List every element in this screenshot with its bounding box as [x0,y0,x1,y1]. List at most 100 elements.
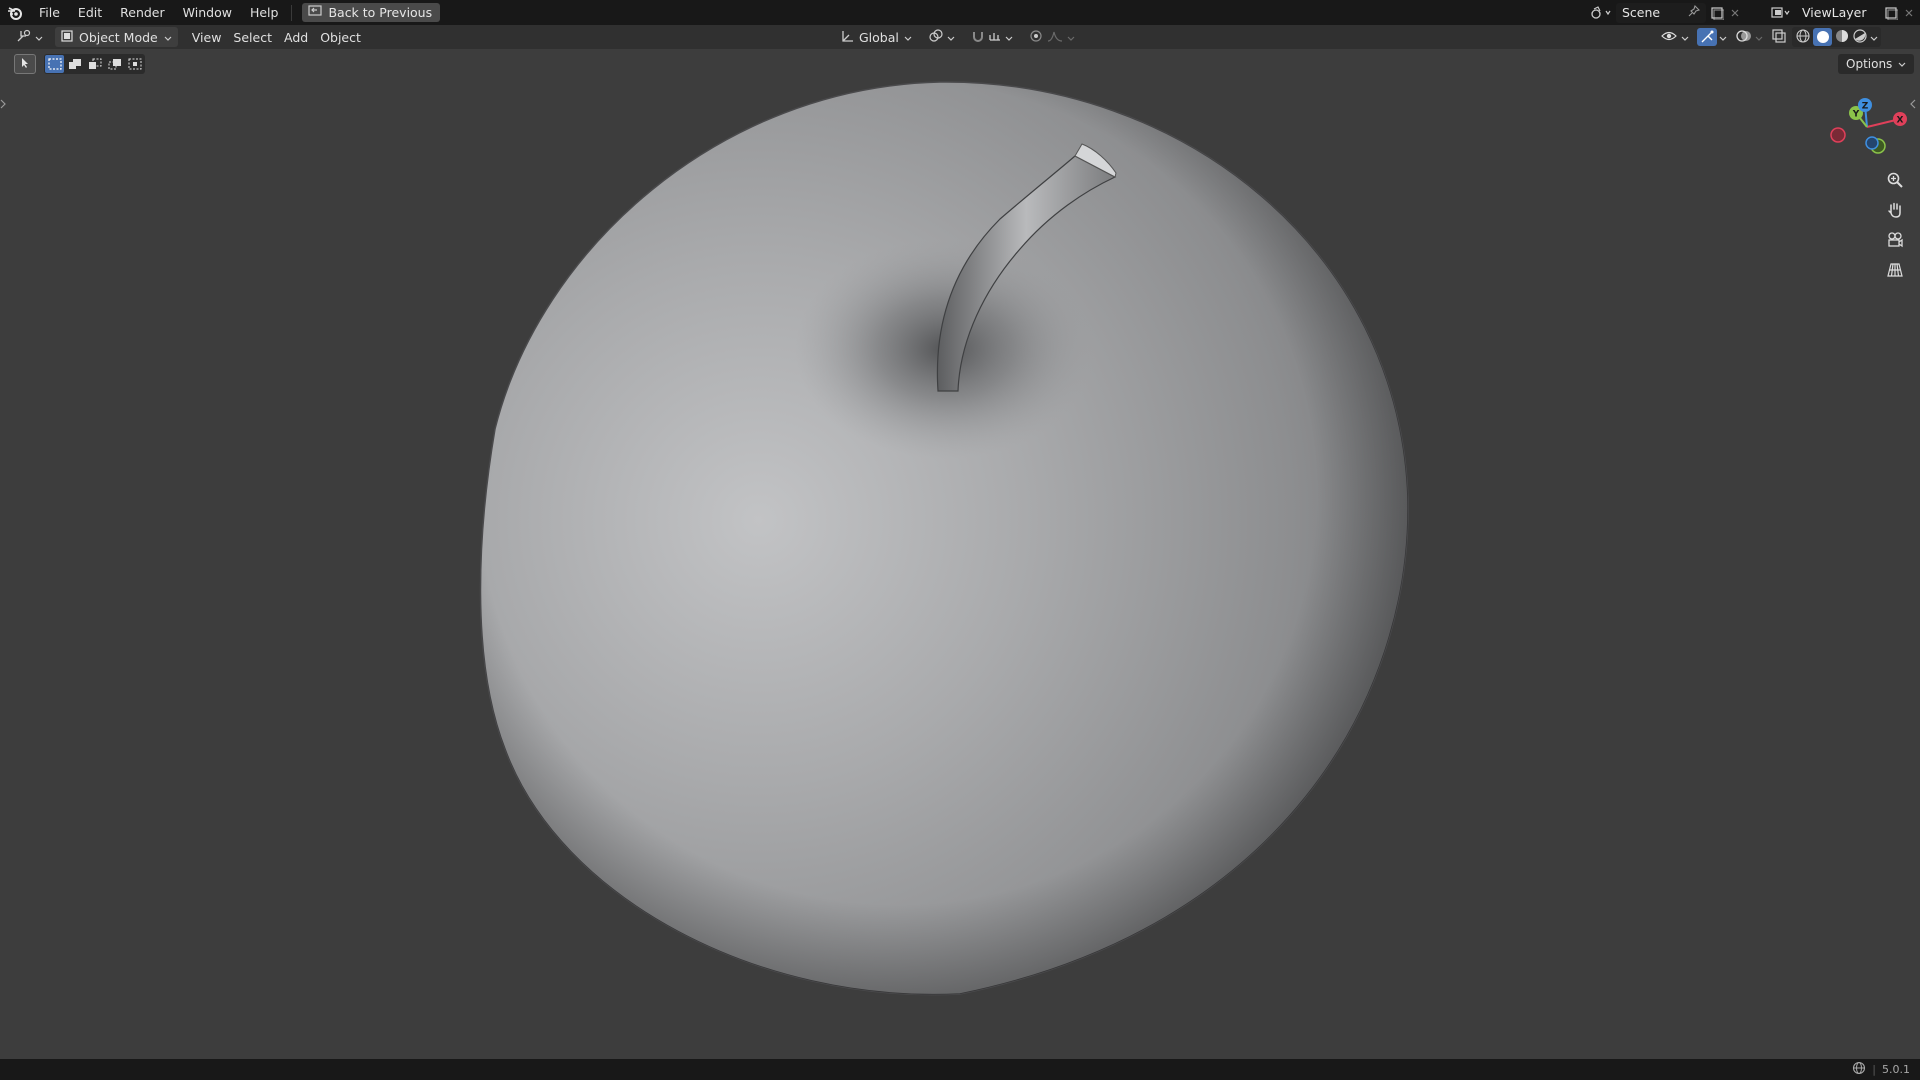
editor-type-button[interactable] [10,27,49,47]
object-mode-icon [61,29,73,45]
chevron-down-icon [947,30,955,45]
camera-icon [1886,231,1904,252]
select-subtract-mode-button[interactable] [85,55,104,73]
gizmo-toggle[interactable] [1694,27,1730,47]
gizmo-neg-x[interactable] [1830,127,1846,143]
new-viewlayer-icon[interactable] [1880,3,1902,23]
zoom-button[interactable] [1880,169,1910,193]
chevron-down-icon [35,30,43,45]
gizmo-neg-z[interactable] [1865,136,1879,150]
selection-mode-buttons [44,54,145,74]
version-label: 5.0.1 [1882,1063,1910,1076]
transform-orientation-label: Global [859,29,899,45]
menu-render[interactable]: Render [111,0,174,25]
chevron-down-icon [1067,30,1075,45]
rendered-shading-icon[interactable] [1852,28,1868,47]
status-bar: | 5.0.1 [0,1059,1920,1080]
menu-add[interactable]: Add [278,27,314,47]
camera-view-button[interactable] [1880,229,1910,253]
status-divider: | [1872,1063,1876,1076]
pin-icon[interactable] [1688,4,1701,20]
xray-toggle[interactable] [1768,27,1790,47]
chevron-down-icon [904,30,912,45]
select-invert-mode-button[interactable] [105,55,124,73]
gizmo-y-label: Y [1852,110,1860,120]
menu-select[interactable]: Select [227,27,278,47]
transform-controls: Global [834,27,1081,47]
orientation-axes-icon [840,29,854,46]
falloff-curve-icon [1047,30,1063,45]
eye-icon [1661,29,1679,46]
back-to-previous-label: Back to Previous [328,5,433,20]
menu-edit[interactable]: Edit [69,0,111,25]
proportional-editing-icon [1029,29,1043,46]
visibility-dropdown[interactable] [1658,27,1692,47]
gizmo-x-label: X [1897,116,1904,126]
back-to-previous-button[interactable]: Back to Previous [302,3,441,22]
transform-orientation-dropdown[interactable]: Global [834,27,918,47]
back-screen-icon [308,5,323,20]
mode-dropdown[interactable]: Object Mode [55,27,178,47]
chevron-down-icon[interactable] [1870,30,1878,45]
grid-perspective-icon [1886,261,1904,282]
snap-toggle[interactable] [965,27,1019,47]
wireframe-shading-icon[interactable] [1795,28,1811,47]
chevron-down-icon [1719,30,1727,45]
sidebar-expand-chevron-icon[interactable] [1910,99,1920,115]
delete-viewlayer-icon[interactable] [1902,3,1916,23]
viewlayer-name-field[interactable]: ViewLayer [1796,3,1880,23]
select-tool-button[interactable] [14,54,36,74]
shading-modes [1792,27,1881,47]
viewlayer-browse-icon[interactable] [1766,3,1796,23]
viewport-display-controls [1658,27,1881,47]
select-extend-mode-button[interactable] [65,55,84,73]
select-intersect-mode-button[interactable] [125,55,144,73]
options-label: Options [1846,57,1893,71]
network-globe-icon[interactable] [1852,1061,1866,1078]
apple-mesh[interactable] [0,49,1920,1059]
overlays-toggle[interactable] [1732,27,1766,47]
xray-icon [1772,28,1786,46]
hand-icon [1886,201,1904,222]
snap-increment-icon [988,29,1002,46]
editor-type-icon [16,29,32,46]
solid-shading-icon[interactable] [1813,28,1832,46]
magnet-icon [971,29,985,46]
menu-help[interactable]: Help [241,0,288,25]
scene-name-field[interactable]: Scene [1616,2,1706,23]
navigation-gizmo[interactable]: X Y Z [1820,89,1910,159]
perspective-toggle-button[interactable] [1880,259,1910,283]
viewlayer-name: ViewLayer [1802,5,1867,20]
zoom-magnifier-icon [1886,171,1904,192]
top-bar: File Edit Render Window Help Back to Pre… [0,0,1920,25]
cursor-arrow-icon [19,57,31,72]
pivot-icon [928,28,944,46]
menu-window[interactable]: Window [174,0,241,25]
tool-settings-row [14,54,145,74]
pan-button[interactable] [1880,199,1910,223]
viewport-navigation-buttons [1880,169,1910,283]
pivot-point-dropdown[interactable] [922,27,961,47]
chevron-down-icon [1755,30,1763,45]
options-dropdown[interactable]: Options [1838,54,1915,74]
viewlayer-selector: ViewLayer [1766,2,1916,23]
material-shading-icon[interactable] [1834,28,1850,47]
chevron-down-icon [1681,30,1689,45]
proportional-editing-toggle[interactable] [1023,27,1081,47]
select-new-mode-button[interactable] [45,55,64,73]
mode-label: Object Mode [79,29,158,45]
new-scene-icon[interactable] [1706,3,1728,23]
3d-viewport[interactable]: Options X Y Z [0,49,1920,1059]
menu-object[interactable]: Object [314,27,367,47]
scene-selector: Scene [1586,2,1742,23]
chevron-down-icon [1898,57,1906,71]
overlays-icon [1735,29,1753,46]
menu-view[interactable]: View [186,27,228,47]
toolbar-expand-chevron-icon[interactable] [0,99,8,115]
scene-browse-icon[interactable] [1586,3,1616,23]
chevron-down-icon [1005,30,1013,45]
blender-logo-icon[interactable] [0,0,30,25]
delete-scene-icon[interactable] [1728,3,1742,23]
menu-file[interactable]: File [30,0,69,25]
divider [291,4,293,21]
